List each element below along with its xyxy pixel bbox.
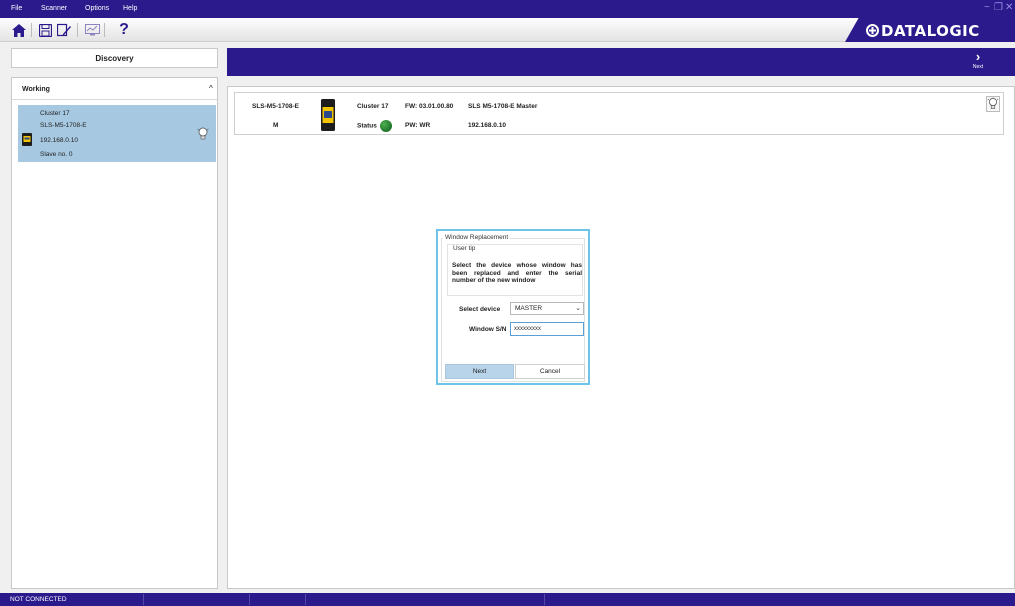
device-model: SLS-M5-1708-E bbox=[252, 103, 299, 110]
status-separator bbox=[143, 594, 144, 605]
device-list-panel: Working ^ Cluster 17 SLS-M5-1708-E 192.1… bbox=[11, 77, 218, 589]
working-section-header[interactable]: Working ^ bbox=[12, 78, 217, 100]
device-status: Status bbox=[357, 120, 392, 132]
device-name: SLS M5-1708-E Master bbox=[468, 103, 538, 110]
device-firmware: FW: 03.01.00.80 bbox=[405, 103, 454, 110]
lightbulb-icon[interactable] bbox=[197, 127, 209, 141]
dialog-title: Window Replacement bbox=[443, 234, 511, 241]
device-ip: 192.168.0.10 bbox=[468, 122, 506, 129]
status-label: Status bbox=[357, 122, 377, 130]
menu-options[interactable]: Options bbox=[85, 5, 109, 12]
minimize-button[interactable]: − bbox=[984, 3, 990, 13]
user-tip-title: User tip bbox=[451, 245, 478, 252]
next-button[interactable]: Next bbox=[445, 364, 514, 379]
chevron-right-icon: › bbox=[975, 49, 981, 64]
monitor-button[interactable] bbox=[83, 21, 101, 39]
menu-scanner[interactable]: Scanner bbox=[41, 5, 67, 12]
menu-bar: File Scanner Options Help − ❐ ✕ bbox=[0, 0, 1015, 18]
toolbar-separator bbox=[104, 23, 105, 37]
menu-file[interactable]: File bbox=[11, 5, 22, 12]
header-banner bbox=[227, 48, 1015, 76]
select-device-dropdown[interactable]: MASTER ⌄ bbox=[510, 302, 584, 315]
window-replacement-dialog: Window Replacement User tip Select the d… bbox=[436, 229, 590, 385]
cancel-button[interactable]: Cancel bbox=[515, 364, 585, 379]
edit-config-button[interactable] bbox=[55, 21, 73, 39]
close-button[interactable]: ✕ bbox=[1005, 3, 1013, 13]
device-card-cluster: Cluster 17 bbox=[40, 110, 70, 117]
next-nav-button[interactable]: › Next bbox=[965, 50, 991, 76]
select-device-value: MASTER bbox=[515, 305, 543, 312]
status-separator bbox=[544, 594, 545, 605]
monitor-icon bbox=[84, 24, 100, 36]
window-sn-input[interactable] bbox=[510, 322, 584, 336]
window-sn-label: Window S/N bbox=[469, 326, 507, 333]
datalogic-logo: DATALOGIC bbox=[845, 18, 1015, 42]
status-ok-indicator bbox=[379, 120, 392, 132]
chevron-up-icon[interactable]: ^ bbox=[209, 84, 213, 93]
help-icon: ? bbox=[119, 21, 129, 38]
save-button[interactable] bbox=[36, 21, 54, 39]
restore-button[interactable]: ❐ bbox=[994, 3, 1003, 13]
toolbar-separator bbox=[31, 23, 32, 37]
connection-status: NOT CONNECTED bbox=[10, 596, 67, 603]
discovery-tab[interactable]: Discovery bbox=[11, 48, 218, 68]
device-role: M bbox=[273, 122, 279, 129]
device-info-row: SLS-M5-1708-E M Cluster 17 Status FW: 03… bbox=[234, 92, 1004, 135]
status-separator bbox=[305, 594, 306, 605]
device-card-model: SLS-M5-1708-E bbox=[40, 122, 87, 129]
home-icon bbox=[12, 23, 26, 37]
scanner-device-icon bbox=[22, 133, 32, 146]
status-bar: NOT CONNECTED bbox=[0, 593, 1015, 606]
device-card-selected[interactable]: Cluster 17 SLS-M5-1708-E 192.168.0.10 Sl… bbox=[18, 105, 216, 162]
next-nav-label: Next bbox=[972, 64, 984, 70]
device-card-slave: Slave no. 0 bbox=[40, 151, 73, 158]
save-icon bbox=[38, 23, 52, 37]
menu-help[interactable]: Help bbox=[123, 5, 137, 12]
toolbar-separator bbox=[77, 23, 78, 37]
edit-config-icon bbox=[57, 23, 71, 37]
logo-text: DATALOGIC bbox=[881, 22, 980, 40]
identify-device-button[interactable] bbox=[986, 96, 1000, 112]
help-button[interactable]: ? bbox=[115, 21, 133, 39]
home-button[interactable] bbox=[10, 21, 28, 39]
main-panel: SLS-M5-1708-E M Cluster 17 Status FW: 03… bbox=[227, 86, 1015, 589]
user-tip-text: Select the device whose window has been … bbox=[452, 262, 582, 285]
status-separator bbox=[249, 594, 250, 605]
scanner-device-icon bbox=[321, 99, 335, 131]
working-label: Working bbox=[22, 86, 50, 93]
logo-mark-icon bbox=[866, 24, 879, 37]
select-device-label: Select device bbox=[459, 306, 501, 313]
device-card-ip: 192.168.0.10 bbox=[40, 137, 78, 144]
lightbulb-icon bbox=[987, 97, 999, 109]
chevron-down-icon: ⌄ bbox=[575, 305, 581, 312]
device-password-level: PW: WR bbox=[405, 122, 431, 129]
device-cluster: Cluster 17 bbox=[357, 103, 389, 110]
